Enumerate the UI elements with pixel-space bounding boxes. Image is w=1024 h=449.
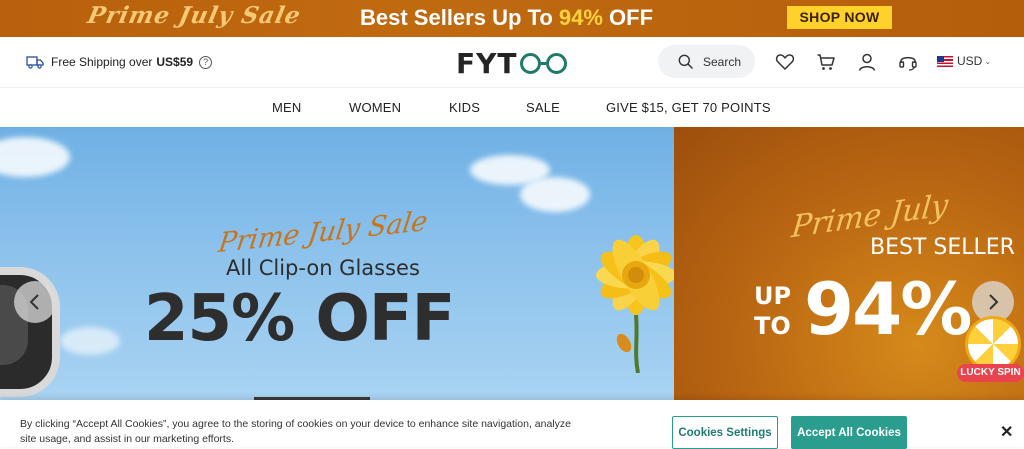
slide-a-headline: 25% OFF [144, 282, 455, 356]
nav-item-men[interactable]: MEN [272, 100, 302, 115]
cloud-decoration [60, 327, 120, 355]
cookie-consent-bar: By clicking “Accept All Cookies”, you ag… [0, 400, 1024, 449]
hero-slide-clipon[interactable]: Prime July Sale All Clip-on Glasses 25% … [0, 127, 674, 400]
headset-icon[interactable] [898, 52, 918, 72]
slide-b-headline: 94% [804, 267, 972, 351]
currency-label: USD [957, 54, 983, 68]
logo-text: FYT [456, 47, 518, 80]
heart-icon[interactable] [775, 52, 795, 72]
main-nav: MEN WOMEN KIDS SALE GIVE $15, GET 70 POI… [0, 87, 1024, 127]
site-header: Free Shipping over US$59 ? FYT Search US… [0, 37, 1024, 87]
us-flag-icon [937, 55, 953, 67]
slide-b-upto: UP TO [754, 281, 791, 341]
promo-script-title: Prime July Sale [85, 2, 304, 29]
shipping-text: Free Shipping over [51, 55, 153, 69]
shipping-amount: US$59 [156, 55, 194, 69]
truck-icon [26, 56, 44, 69]
cookie-consent-text: By clicking “Accept All Cookies”, you ag… [20, 418, 571, 445]
slide-b-subtitle: BEST SELLER [870, 235, 1015, 260]
lucky-spin-widget[interactable]: LUCKY SPIN [957, 316, 1024, 386]
carousel-prev-button[interactable] [14, 281, 56, 323]
shop-now-button[interactable]: SHOP NOW [787, 6, 892, 29]
hero-carousel[interactable]: Prime July Sale All Clip-on Glasses 25% … [0, 127, 1024, 400]
upto-line-1: UP [754, 282, 792, 310]
accept-all-cookies-button[interactable]: Accept All Cookies [791, 416, 907, 449]
chevron-right-icon [989, 294, 999, 310]
upto-line-2: TO [754, 312, 791, 340]
nav-item-sale[interactable]: SALE [526, 100, 560, 115]
cart-icon[interactable] [816, 52, 836, 72]
question-icon[interactable]: ? [199, 55, 213, 69]
slide-a-script-title: Prime July Sale [216, 205, 430, 260]
cloud-decoration [0, 137, 70, 177]
slide-a-subtitle: All Clip-on Glasses [226, 256, 420, 280]
chevron-down-icon: ⌄ [984, 56, 992, 66]
nav-item-points[interactable]: GIVE $15, GET 70 POINTS [606, 100, 771, 115]
free-shipping-notice: Free Shipping over US$59 ? [26, 55, 213, 69]
nav-item-kids[interactable]: KIDS [449, 100, 480, 115]
user-icon[interactable] [857, 52, 877, 72]
promo-banner[interactable]: Prime July Sale Best Sellers Up To 94% O… [0, 0, 1024, 37]
flower-image [596, 235, 674, 373]
cloud-decoration [520, 177, 590, 212]
currency-selector[interactable]: USD ⌄ [937, 54, 991, 68]
promo-headline-prefix: Best Sellers Up To [360, 5, 559, 30]
search-placeholder: Search [703, 54, 742, 69]
close-icon[interactable]: ✕ [1000, 422, 1013, 442]
chevron-left-icon [29, 294, 39, 310]
promo-headline-suffix: OFF [602, 5, 654, 30]
search-box[interactable]: Search [658, 45, 755, 78]
nav-item-women[interactable]: WOMEN [349, 100, 401, 115]
lucky-spin-label: LUCKY SPIN [957, 364, 1024, 382]
promo-headline-highlight: 94% [558, 5, 603, 30]
cookies-settings-button[interactable]: Cookies Settings [672, 416, 778, 449]
site-logo[interactable]: FYT [456, 47, 567, 80]
promo-headline: Best Sellers Up To 94% OFF [360, 5, 653, 31]
search-icon [678, 54, 693, 69]
glasses-logo-icon [519, 53, 567, 74]
